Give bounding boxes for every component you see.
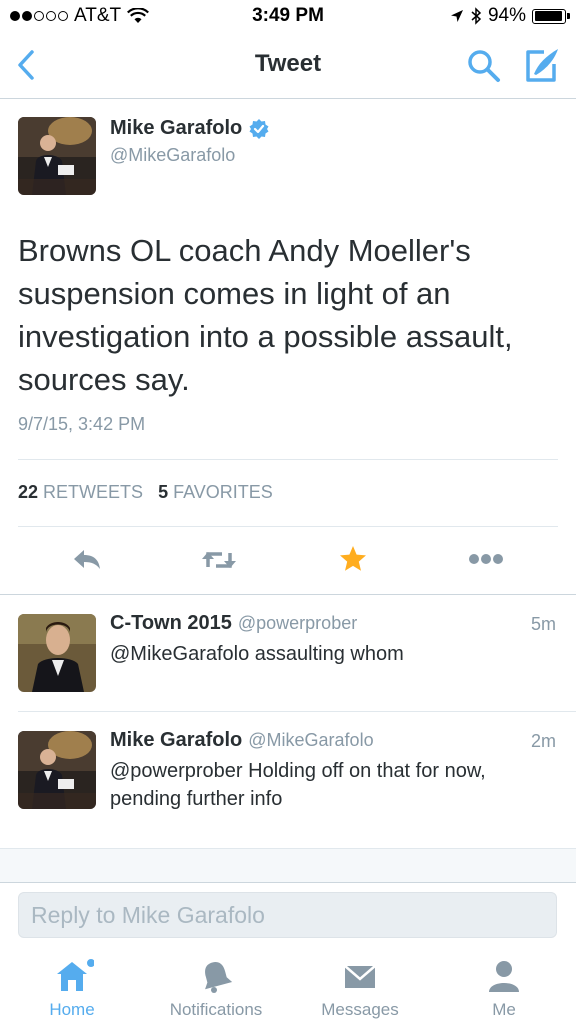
tweet-timestamp: 9/7/15, 3:42 PM [18,414,146,434]
bell-icon [205,962,233,993]
author-avatar[interactable] [18,117,96,195]
reply-avatar[interactable] [18,614,96,692]
reply-author-row: C-Town 2015 @powerprober [110,612,357,635]
conversation-end-spacer [0,848,576,883]
tab-messages-label: Messages [321,1000,399,1019]
divider [18,526,558,527]
home-icon [57,959,94,991]
bluetooth-icon [471,7,482,25]
retweets-label: RETWEETS [43,482,144,502]
reply-time-ago: 5m [530,614,556,634]
tweet-text: Browns OL coach Andy Moeller's suspensio… [18,233,513,397]
tab-home[interactable]: Home [17,950,127,1024]
nav-bar: Tweet [0,34,576,99]
reply-author-name[interactable]: C-Town 2015 [110,612,232,634]
status-bar: AT&T 3:49 PM 94% [0,0,576,34]
tab-messages[interactable]: Messages [305,950,415,1024]
reply-box [18,892,557,938]
reply-author-row: Mike Garafolo @MikeGarafolo [110,729,374,752]
reply-input[interactable] [19,893,556,937]
reply-text: @MikeGarafolo assaulting whom [110,643,404,665]
retweet-count: 22 [18,482,39,502]
tab-bar: Home Notifications Messages Me [0,950,576,1024]
author-name-row: Mike Garafolo [110,117,270,140]
favorites-stat[interactable]: 5 FAVORITES [158,482,273,502]
reply-avatar[interactable] [18,731,96,809]
reply-author-handle[interactable]: @MikeGarafolo [248,730,373,750]
envelope-icon [344,965,376,988]
verified-badge-icon [249,118,269,139]
tab-notifications-label: Notifications [169,1000,263,1019]
person-icon [489,961,519,992]
tweet-actions [0,539,576,579]
retweets-stat[interactable]: 22 RETWEETS [18,482,143,502]
battery-icon [532,8,570,24]
reply-tweet[interactable]: Mike Garafolo @MikeGarafolo 2m @powerprob… [0,711,576,848]
reply-tweet[interactable]: C-Town 2015 @powerprober 5m @MikeGarafolo… [0,594,576,711]
reply-author-name[interactable]: Mike Garafolo [110,729,242,751]
search-icon[interactable] [466,48,502,84]
favorite-star-icon[interactable] [339,545,367,573]
compose-tweet-icon[interactable] [522,46,562,84]
tab-me[interactable]: Me [449,950,559,1024]
retweet-icon[interactable] [200,547,238,573]
favorite-count: 5 [158,482,169,502]
tweet-stats: 22 RETWEETS 5 FAVORITES [18,482,273,503]
favorites-label: FAVORITES [173,482,273,502]
reply-text: @powerprober Holding off on that for now… [110,760,486,810]
author-name[interactable]: Mike Garafolo [110,117,242,140]
tab-home-label: Home [49,1000,95,1019]
battery-percent: 94% [487,5,526,26]
tab-me-label: Me [492,1000,516,1019]
reply-author-handle[interactable]: @powerprober [238,613,357,633]
tab-notifications[interactable]: Notifications [161,950,271,1024]
divider [18,459,558,460]
status-right-group: 94% [450,5,570,27]
more-options-icon[interactable] [468,553,504,565]
author-handle[interactable]: @MikeGarafolo [110,145,235,166]
reply-time-ago: 2m [530,731,556,751]
location-arrow-icon [450,10,463,22]
reply-icon[interactable] [72,547,102,571]
